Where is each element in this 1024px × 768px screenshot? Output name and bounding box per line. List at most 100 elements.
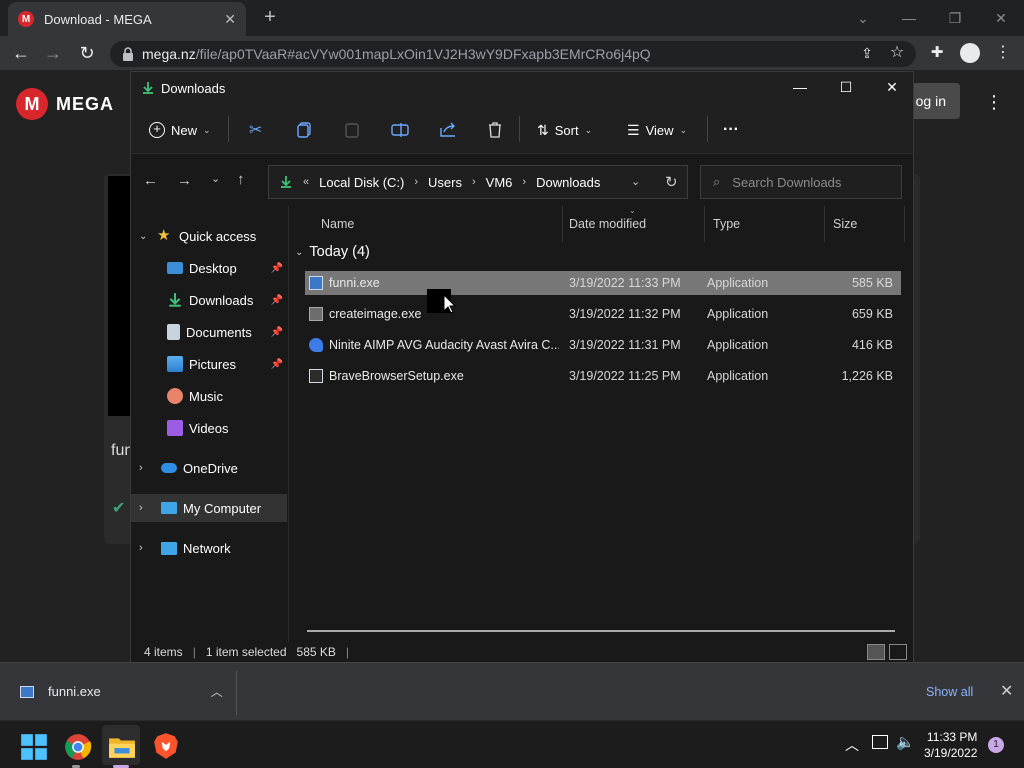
ninite-icon xyxy=(309,338,323,352)
restore-icon[interactable]: ❐ xyxy=(940,6,970,30)
search-input[interactable]: ⌕ Search Downloads xyxy=(700,165,902,199)
nav-documents[interactable]: Documents 📌 xyxy=(131,318,287,346)
sort-dropdown-icon: ⌄ xyxy=(584,124,593,135)
file-size: 585 KB xyxy=(851,276,893,290)
address-dropdown-icon[interactable]: ⌄ xyxy=(631,175,640,188)
explorer-minimize-icon[interactable]: — xyxy=(777,72,823,104)
chevron-right-icon: › xyxy=(139,502,143,514)
nav-desktop[interactable]: Desktop 📌 xyxy=(131,254,287,282)
column-header: Name Date modified Type Size ⌄ xyxy=(291,206,913,242)
details-view-icon[interactable] xyxy=(867,644,885,660)
chevron-up-icon[interactable]: ︿ xyxy=(211,683,223,700)
file-type: Application xyxy=(707,276,769,290)
new-button[interactable]: + New ⌄ xyxy=(149,116,211,144)
breadcrumb-local-disk[interactable]: Local Disk (C:) xyxy=(319,175,404,190)
cut-icon[interactable]: ✂ xyxy=(249,116,262,144)
nav-downloads[interactable]: Downloads 📌 xyxy=(131,286,287,314)
profile-icon[interactable] xyxy=(960,43,980,63)
file-explorer-icon[interactable] xyxy=(108,733,136,761)
nav-onedrive[interactable]: › OneDrive xyxy=(131,454,287,482)
nav-videos[interactable]: Videos xyxy=(131,414,287,442)
recent-locations-icon[interactable]: ⌄ xyxy=(211,172,220,185)
view-button[interactable]: ☰ View ⌄ xyxy=(627,116,687,144)
file-size: 1,226 KB xyxy=(841,369,893,383)
download-bar-close-icon[interactable]: ✕ xyxy=(1000,681,1013,701)
horizontal-scrollbar[interactable] xyxy=(307,630,895,632)
file-row[interactable]: BraveBrowserSetup.exe 3/19/2022 11:25 PM… xyxy=(305,364,901,388)
rename-icon[interactable] xyxy=(391,116,409,144)
status-size: 585 KB xyxy=(296,645,336,659)
brave-icon[interactable] xyxy=(152,732,180,760)
pin-icon[interactable]: 📌 xyxy=(271,295,283,306)
pin-icon[interactable]: 📌 xyxy=(271,327,283,338)
toolbar-divider xyxy=(519,116,520,142)
minimize-icon[interactable]: — xyxy=(894,6,924,30)
download-file-name: funni.exe xyxy=(48,684,101,699)
close-window-icon[interactable]: ✕ xyxy=(986,6,1016,30)
nav-back-icon[interactable]: ← xyxy=(143,172,158,189)
mega-menu-icon[interactable]: ⋮ xyxy=(985,92,1003,113)
show-all-button[interactable]: Show all xyxy=(926,685,973,699)
column-size[interactable]: Size xyxy=(825,206,905,242)
menu-icon[interactable]: ⋮ xyxy=(992,43,1014,63)
group-header[interactable]: ⌄ Today (4) xyxy=(295,244,370,260)
network-status-icon[interactable] xyxy=(872,735,888,749)
new-tab-icon[interactable]: + xyxy=(258,6,282,30)
nav-my-computer[interactable]: › My Computer xyxy=(131,494,287,522)
breadcrumb-overflow[interactable]: « xyxy=(303,176,309,188)
refresh-icon[interactable]: ↻ xyxy=(665,173,678,191)
up-icon[interactable]: ↑ xyxy=(237,171,245,188)
file-row[interactable]: funni.exe 3/19/2022 11:33 PM Application… xyxy=(305,271,901,295)
share-file-icon[interactable] xyxy=(439,116,457,144)
notification-badge[interactable]: 1 xyxy=(988,737,1004,753)
column-name[interactable]: Name xyxy=(313,206,563,242)
back-icon[interactable]: ← xyxy=(10,43,32,63)
browser-tab[interactable]: M Download - MEGA ✕ xyxy=(8,2,246,36)
breadcrumb[interactable]: « Local Disk (C:) › Users › VM6 › Downlo… xyxy=(268,165,688,199)
file-date: 3/19/2022 11:32 PM xyxy=(569,307,681,321)
star-icon[interactable]: ☆ xyxy=(886,43,908,63)
browser-toolbar: ← → ↻ mega.nz/file/ap0TVaaR#acVYw001mapL… xyxy=(0,36,1024,70)
nav-pictures[interactable]: Pictures 📌 xyxy=(131,350,287,378)
address-bar[interactable]: mega.nz/file/ap0TVaaR#acVYw001mapLxOin1V… xyxy=(110,41,916,67)
share-icon[interactable]: ⇪ xyxy=(856,43,878,63)
chrome-icon[interactable] xyxy=(64,733,92,761)
download-item[interactable]: funni.exe ︿ xyxy=(20,683,223,700)
explorer-maximize-icon[interactable]: ☐ xyxy=(823,72,869,104)
pin-icon[interactable]: 📌 xyxy=(271,263,283,274)
mega-logo[interactable]: M MEGA xyxy=(16,88,114,120)
start-icon[interactable] xyxy=(20,733,48,761)
file-row[interactable]: createimage.exe 3/19/2022 11:32 PM Appli… xyxy=(305,302,901,326)
file-row[interactable]: Ninite AIMP AVG Audacity Avast Avira C..… xyxy=(305,333,901,357)
nav-forward-icon[interactable]: → xyxy=(177,172,192,189)
pin-icon[interactable]: 📌 xyxy=(271,359,283,370)
chevron-right-icon: › xyxy=(139,542,143,554)
delete-icon[interactable] xyxy=(487,116,503,144)
sort-button[interactable]: ⇅ Sort ⌄ xyxy=(537,116,592,144)
exe-file-icon xyxy=(20,685,34,698)
breadcrumb-users[interactable]: Users xyxy=(428,175,462,190)
breadcrumb-downloads[interactable]: Downloads xyxy=(536,175,600,190)
column-type[interactable]: Type xyxy=(705,206,825,242)
system-clock[interactable]: 11:33 PM 3/19/2022 xyxy=(924,729,977,761)
nav-music[interactable]: Music xyxy=(131,382,287,410)
forward-icon[interactable]: → xyxy=(42,43,64,63)
explorer-close-icon[interactable]: ✕ xyxy=(869,72,915,104)
chevron-down-icon: ⌄ xyxy=(139,230,148,242)
reload-icon[interactable]: ↻ xyxy=(76,43,98,63)
nav-network[interactable]: › Network xyxy=(131,534,287,562)
more-options-icon[interactable]: ··· xyxy=(723,116,739,144)
copy-icon[interactable] xyxy=(297,116,311,144)
chevron-up-icon[interactable]: ︿ xyxy=(845,735,859,755)
tiles-view-icon[interactable] xyxy=(889,644,907,660)
extensions-icon[interactable]: ✚ xyxy=(926,43,948,63)
group-label: Today (4) xyxy=(309,244,370,260)
toolbar-divider xyxy=(707,116,708,142)
volume-icon[interactable]: 🔈 xyxy=(896,733,915,751)
tab-search-icon[interactable]: ⌄ xyxy=(848,6,878,30)
nav-quick-access[interactable]: ⌄ ★ Quick access xyxy=(131,222,287,250)
paste-icon[interactable] xyxy=(345,116,359,144)
breadcrumb-vm6[interactable]: VM6 xyxy=(486,175,513,190)
nav-label: Network xyxy=(183,540,231,556)
tab-close-icon[interactable]: ✕ xyxy=(224,11,236,28)
